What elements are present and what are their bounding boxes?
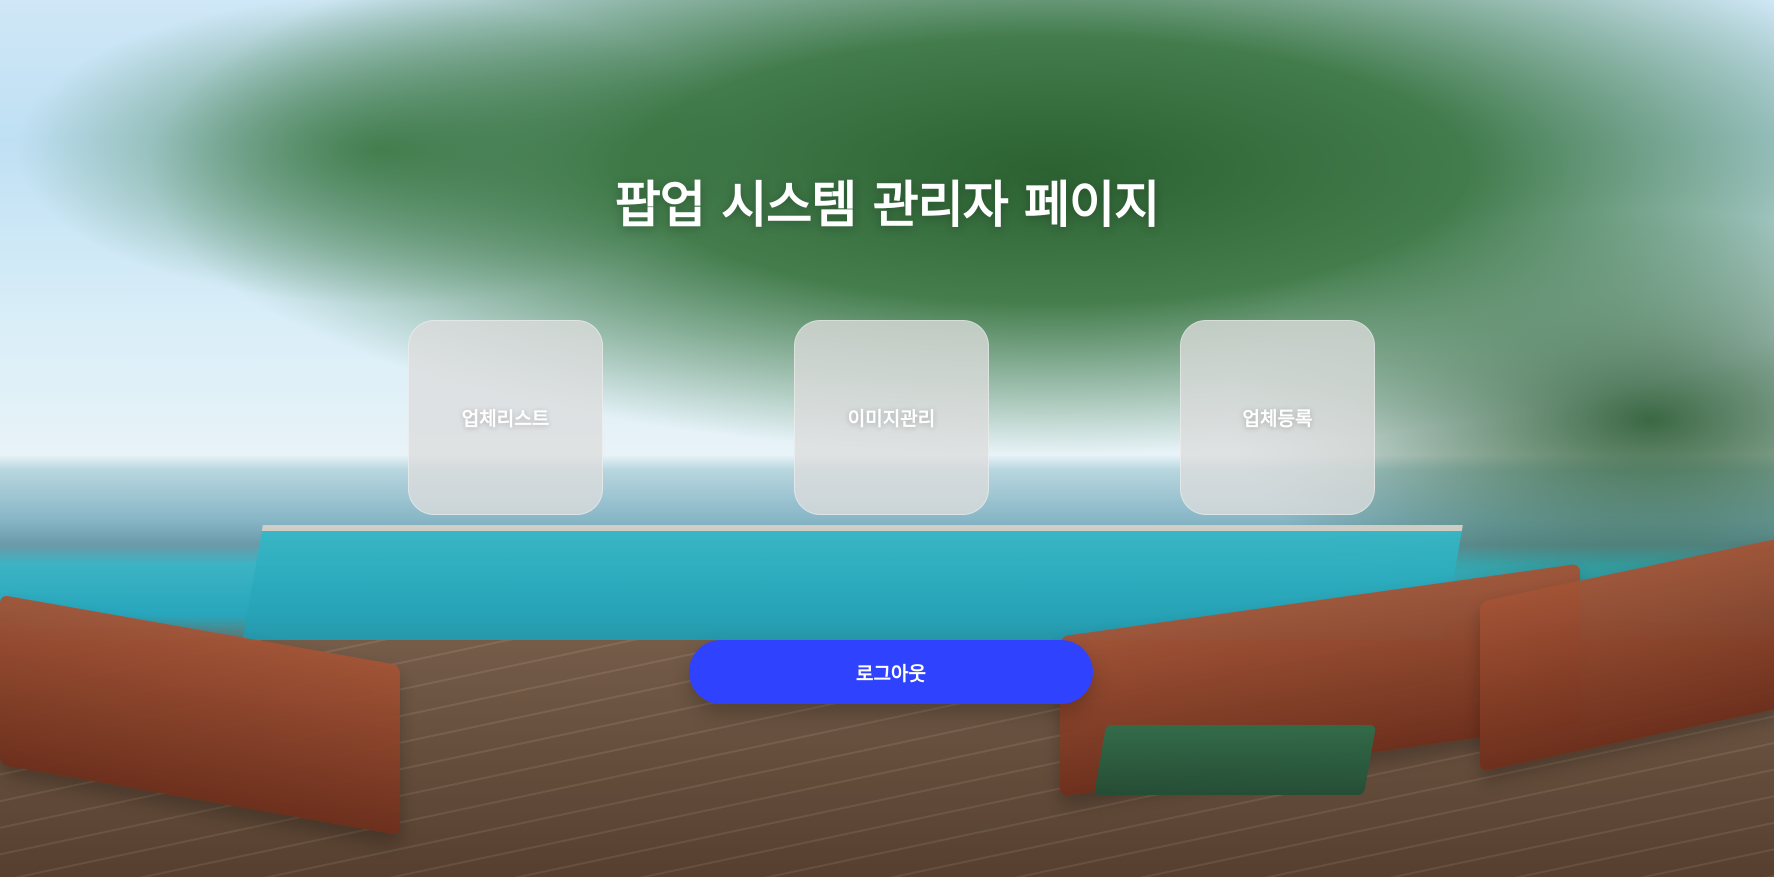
menu-tile-image-management[interactable]: 이미지관리: [794, 320, 989, 515]
menu-tile-company-registration[interactable]: 업체등록: [1180, 320, 1375, 515]
menu-tile-label: 업체등록: [1242, 408, 1313, 430]
menu-tile-label: 이미지관리: [847, 408, 936, 430]
logout-button[interactable]: 로그아웃: [689, 640, 1093, 704]
logout-label: 로그아웃: [856, 662, 926, 685]
menu-tile-company-list[interactable]: 업체리스트: [408, 320, 603, 515]
page-title: 팝업 시스템 관리자 페이지: [614, 176, 1160, 234]
menu-tile-label: 업체리스트: [461, 408, 550, 430]
admin-page: 팝업 시스템 관리자 페이지 업체리스트 이미지관리 업체등록 로그아웃: [0, 0, 1774, 877]
background-table: [1093, 725, 1377, 795]
